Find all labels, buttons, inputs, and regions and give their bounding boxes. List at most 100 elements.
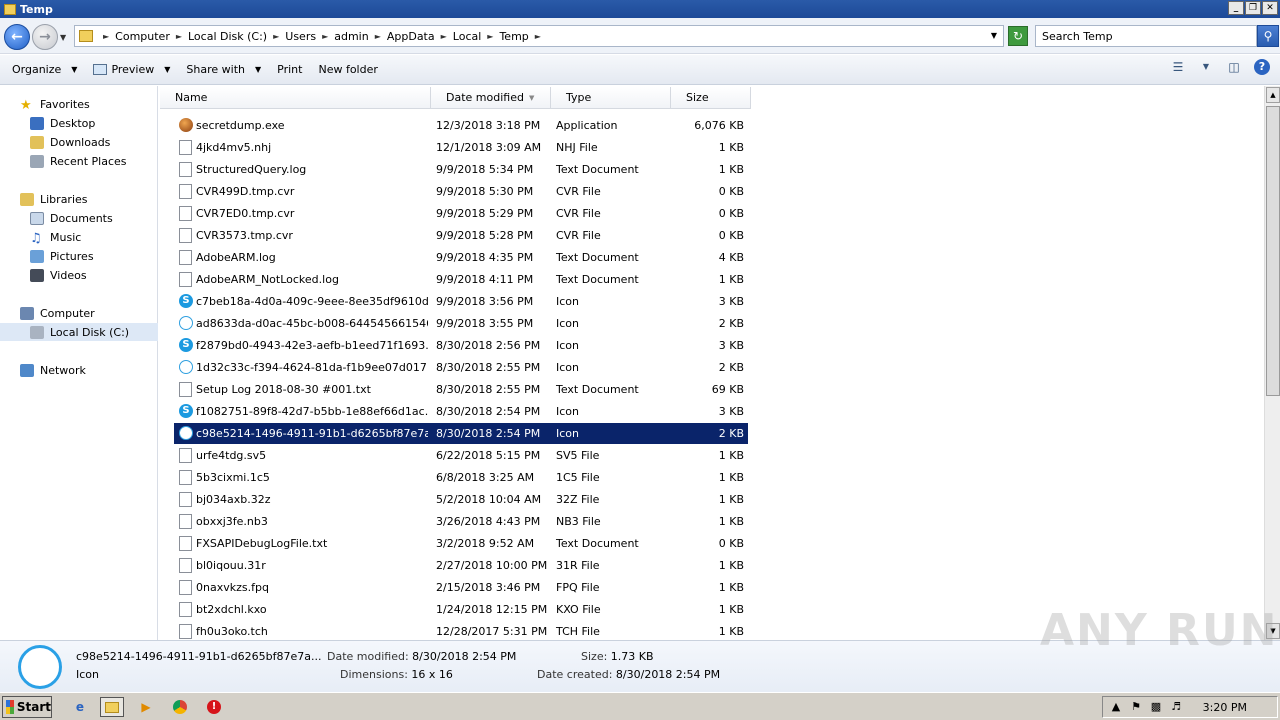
explorer-icon[interactable] — [100, 697, 124, 717]
file-size: 0 KB — [718, 185, 744, 198]
maximize-button[interactable]: ❐ — [1245, 1, 1261, 15]
close-button[interactable]: ✕ — [1262, 1, 1278, 15]
column-header-type[interactable]: Type — [551, 87, 671, 109]
chevron-up-icon[interactable]: ▲ — [1109, 700, 1123, 714]
vertical-scrollbar[interactable]: ▲ ▼ — [1264, 86, 1280, 640]
sidebar-item-music[interactable]: ♫ Music — [0, 228, 158, 246]
file-type: Text Document — [556, 383, 639, 396]
file-row[interactable]: fh0u3oko.tch 12/28/2017 5:31 PM TCH File 1 … — [174, 621, 748, 642]
file-row[interactable]: CVR7ED0.tmp.cvr 9/9/2018 5:29 PM CVR File 0… — [174, 203, 748, 224]
sidebar-item-computer[interactable]: Computer — [0, 304, 158, 322]
start-button[interactable]: Start — [2, 696, 52, 718]
scroll-thumb[interactable] — [1266, 106, 1280, 396]
file-size: 3 KB — [718, 295, 744, 308]
share-with-button[interactable]: Share with ▼ — [178, 59, 269, 81]
file-row[interactable]: 4jkd4mv5.nhj 12/1/2018 3:09 AM NHJ File 1 K… — [174, 137, 748, 158]
file-row[interactable]: bl0iqouu.31r 2/27/2018 10:00 PM 31R File 1 … — [174, 555, 748, 576]
media-player-icon[interactable]: ▶ — [134, 697, 158, 717]
column-header-name[interactable]: Name — [160, 87, 431, 109]
sidebar-item-recent-places[interactable]: Recent Places — [0, 152, 158, 170]
breadcrumb[interactable]: ► Computer ► Local Disk (C:) ► Users ► admi… — [74, 25, 1004, 47]
organize-button[interactable]: Organize ▼ — [4, 59, 85, 81]
file-row[interactable]: bt2xdchl.kxo 1/24/2018 12:15 PM KXO File 1 … — [174, 599, 748, 620]
print-button[interactable]: Print — [269, 59, 310, 81]
file-row[interactable]: CVR499D.tmp.cvr 9/9/2018 5:30 PM CVR File 0… — [174, 181, 748, 202]
back-button[interactable]: ← — [4, 24, 30, 50]
file-date: 3/2/2018 9:52 AM — [436, 537, 535, 550]
sidebar-item-network[interactable]: Network — [0, 361, 158, 379]
forward-button[interactable]: → — [32, 24, 58, 50]
file-row[interactable]: Sf1082751-89f8-42d7-b5bb-1e88ef66d1ac.t.… — [174, 401, 748, 422]
file-row[interactable]: Setup Log 2018-08-30 #001.txt 8/30/2018 2… — [174, 379, 748, 400]
breadcrumb-item[interactable]: Temp ► — [499, 30, 546, 43]
libraries-icon — [20, 192, 34, 206]
sidebar-item-downloads[interactable]: Downloads — [0, 133, 158, 151]
file-row[interactable]: AdobeARM_NotLocked.log 9/9/2018 4:11 PM Te… — [174, 269, 748, 290]
help-icon[interactable]: ? — [1254, 59, 1270, 75]
sidebar-item-libraries[interactable]: Libraries — [0, 190, 158, 208]
volume-icon[interactable]: ♬ — [1169, 700, 1183, 714]
new-folder-button[interactable]: New folder — [310, 59, 385, 81]
file-row[interactable]: ad8633da-d0ac-45bc-b008-644545661546.t..… — [174, 313, 748, 334]
minimize-button[interactable]: _ — [1228, 1, 1244, 15]
clock[interactable]: 3:20 PM — [1203, 701, 1247, 714]
file-size: 1 KB — [718, 163, 744, 176]
sidebar-item-videos[interactable]: Videos — [0, 266, 158, 284]
file-row[interactable]: secretdump.exe 12/3/2018 3:18 PM Applicati… — [174, 115, 748, 136]
sidebar-item-favorites[interactable]: ★ Favorites — [0, 95, 158, 113]
file-row[interactable]: Sf2879bd0-4943-42e3-aefb-b1eed71f1693.t.… — [174, 335, 748, 356]
file-date: 6/8/2018 3:25 AM — [436, 471, 535, 484]
file-row[interactable]: urfe4tdg.sv5 6/22/2018 5:15 PM SV5 File 1 K… — [174, 445, 748, 466]
refresh-icon[interactable]: ↻ — [1008, 26, 1028, 46]
sidebar-item-documents[interactable]: Documents — [0, 209, 158, 227]
file-row[interactable]: 0naxvkzs.fpq 2/15/2018 3:46 PM FPQ File 1 K… — [174, 577, 748, 598]
breadcrumb-root-arrow[interactable]: ► — [97, 32, 115, 41]
recent-pages-dropdown[interactable]: ▼ — [60, 33, 66, 42]
chevron-down-icon[interactable]: ▼ — [1198, 59, 1214, 75]
stop-icon[interactable]: ! — [202, 697, 226, 717]
file-date: 12/28/2017 5:31 PM — [436, 625, 548, 638]
file-size: 2 KB — [718, 361, 744, 374]
breadcrumb-item[interactable]: Users ► — [285, 30, 334, 43]
file-icon — [179, 250, 192, 265]
sidebar-item-local-disk[interactable]: Local Disk (C:) — [0, 323, 158, 341]
file-row[interactable]: CVR3573.tmp.cvr 9/9/2018 5:28 PM CVR File 0… — [174, 225, 748, 246]
sidebar-item-pictures[interactable]: Pictures — [0, 247, 158, 265]
view-options-icon[interactable]: ☰ — [1170, 59, 1186, 75]
file-row[interactable]: 5b3cixmi.1c5 6/8/2018 3:25 AM 1C5 File 1 KB — [174, 467, 748, 488]
column-header-date[interactable]: Date modified ▼ — [431, 87, 551, 109]
file-row[interactable]: StructuredQuery.log 9/9/2018 5:34 PM Text … — [174, 159, 748, 180]
breadcrumb-item[interactable]: AppData ► — [387, 30, 453, 43]
file-size: 6,076 KB — [694, 119, 744, 132]
file-row[interactable]: obxxj3fe.nb3 3/26/2018 4:43 PM NB3 File 1 K… — [174, 511, 748, 532]
file-row[interactable]: bj034axb.32z 5/2/2018 10:04 AM 32Z File 1 K… — [174, 489, 748, 510]
title-bar: Temp _ ❐ ✕ — [0, 0, 1280, 18]
cloud-icon — [179, 360, 193, 374]
preview-button[interactable]: Preview ▼ — [85, 59, 178, 81]
file-row[interactable]: FXSAPIDebugLogFile.txt 3/2/2018 9:52 AM Te… — [174, 533, 748, 554]
file-icon — [179, 162, 192, 177]
breadcrumb-item[interactable]: Computer ► — [115, 30, 188, 43]
column-header-size[interactable]: Size — [671, 87, 751, 109]
file-name: AdobeARM.log — [196, 251, 276, 264]
breadcrumb-item[interactable]: Local Disk (C:) ► — [188, 30, 285, 43]
file-date: 12/1/2018 3:09 AM — [436, 141, 542, 154]
file-row[interactable]: c98e5214-1496-4911-91b1-d6265bf87e7a.t..… — [173, 422, 749, 445]
ie-icon[interactable]: e — [68, 697, 92, 717]
file-type: Text Document — [556, 273, 639, 286]
scroll-up-icon[interactable]: ▲ — [1266, 87, 1280, 103]
breadcrumb-item[interactable]: admin ► — [334, 30, 387, 43]
file-row[interactable]: 1d32c33c-f394-4624-81da-f1b9ee07d017.t..… — [174, 357, 748, 378]
preview-pane-icon[interactable]: ◫ — [1226, 59, 1242, 75]
address-dropdown[interactable]: ▼ — [991, 31, 997, 40]
search-input[interactable]: Search Temp — [1035, 25, 1257, 47]
file-row[interactable]: Sc7beb18a-4d0a-409c-9eee-8ee35df9610d.t.… — [174, 291, 748, 312]
chrome-icon[interactable] — [168, 697, 192, 717]
breadcrumb-item[interactable]: Local ► — [453, 30, 500, 43]
file-row[interactable]: AdobeARM.log 9/9/2018 4:35 PM Text Documen… — [174, 247, 748, 268]
flag-icon[interactable]: ⚑ — [1129, 700, 1143, 714]
file-name: urfe4tdg.sv5 — [196, 449, 267, 462]
network-tray-icon[interactable]: ▩ — [1149, 700, 1163, 714]
sidebar-item-desktop[interactable]: Desktop — [0, 114, 158, 132]
search-icon[interactable]: ⚲ — [1257, 25, 1279, 47]
